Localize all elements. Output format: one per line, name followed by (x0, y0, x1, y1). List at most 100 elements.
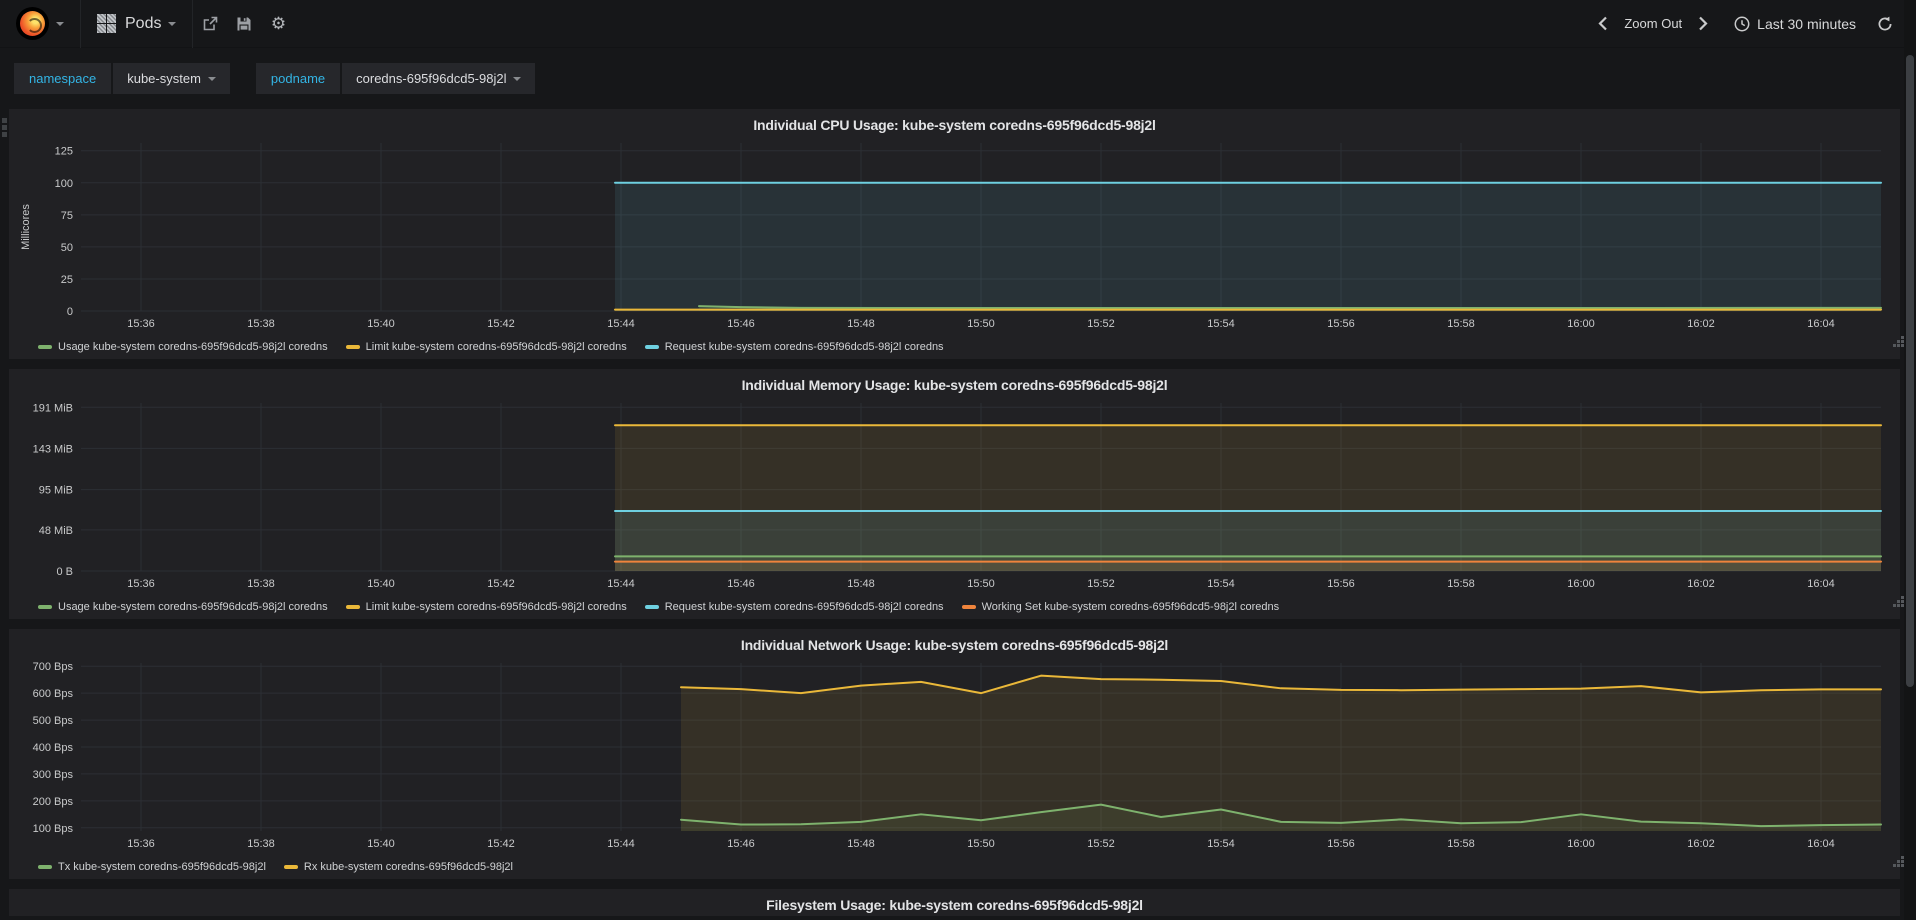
share-icon (203, 16, 218, 31)
variable-namespace-select[interactable]: kube-system (113, 63, 230, 94)
svg-text:15:56: 15:56 (1327, 838, 1355, 850)
scrollbar-thumb[interactable] (1906, 55, 1914, 687)
dashboard-title: Pods (125, 14, 162, 32)
dashboard-grid-icon (97, 14, 116, 33)
scrollbar-track (1904, 0, 1916, 920)
chevron-down-icon (56, 21, 64, 26)
network-legend: Tx kube-system coredns-695f96dcd5-98j2l R… (17, 860, 1892, 878)
legend-swatch-icon (38, 605, 52, 609)
legend-label: Rx kube-system coredns-695f96dcd5-98j2l (303, 861, 513, 873)
svg-text:15:48: 15:48 (847, 838, 875, 850)
chevron-down-icon (207, 76, 216, 81)
save-button[interactable] (227, 0, 261, 48)
legend-label: Tx kube-system coredns-695f96dcd5-98j2l (58, 861, 266, 873)
cpu-legend: Usage kube-system coredns-695f96dcd5-98j… (17, 340, 1892, 358)
refresh-button[interactable] (1872, 0, 1898, 48)
variable-podname: podname coredns-695f96dcd5-98j2l (255, 63, 536, 94)
share-button[interactable] (193, 0, 227, 48)
svg-text:15:46: 15:46 (727, 318, 755, 330)
svg-text:15:52: 15:52 (1087, 318, 1115, 330)
legend-label: Request kube-system coredns-695f96dcd5-9… (664, 601, 944, 613)
svg-text:15:38: 15:38 (247, 578, 275, 590)
svg-text:15:42: 15:42 (487, 838, 515, 850)
svg-text:15:38: 15:38 (247, 838, 275, 850)
svg-text:15:44: 15:44 (607, 838, 635, 850)
svg-text:15:50: 15:50 (967, 578, 995, 590)
svg-text:15:42: 15:42 (487, 578, 515, 590)
legend-item[interactable]: Usage kube-system coredns-695f96dcd5-98j… (38, 341, 328, 353)
legend-swatch-icon (961, 605, 976, 609)
chevron-down-icon (168, 21, 177, 26)
template-variables-row: namespace kube-system podname coredns-69… (0, 48, 1916, 109)
svg-text:15:42: 15:42 (487, 318, 515, 330)
panel-resize-handle[interactable] (1893, 864, 1896, 867)
svg-text:15:54: 15:54 (1207, 318, 1235, 330)
variable-value: coredns-695f96dcd5-98j2l (356, 71, 507, 86)
variable-podname-select[interactable]: coredns-695f96dcd5-98j2l (342, 63, 536, 94)
svg-text:16:04: 16:04 (1807, 578, 1835, 590)
panel-resize-handle[interactable] (1893, 344, 1896, 347)
svg-text:100: 100 (55, 178, 73, 190)
svg-text:100 Bps: 100 Bps (33, 823, 74, 835)
grafana-logo-icon (16, 7, 49, 40)
svg-text:143 MiB: 143 MiB (33, 443, 73, 455)
svg-text:15:40: 15:40 (367, 838, 395, 850)
svg-text:400 Bps: 400 Bps (33, 742, 74, 754)
svg-text:95 MiB: 95 MiB (39, 485, 73, 497)
time-shift-forward-button[interactable] (1692, 12, 1714, 35)
panel-cpu: Individual CPU Usage: kube-system coredn… (9, 109, 1900, 359)
settings-button[interactable]: ⚙ (261, 0, 295, 48)
dashboard-picker[interactable]: Pods (81, 0, 194, 48)
svg-text:15:36: 15:36 (127, 838, 155, 850)
legend-swatch-icon (644, 605, 659, 609)
svg-text:0: 0 (67, 306, 73, 318)
legend-swatch-icon (345, 345, 360, 349)
panel-title[interactable]: Individual Memory Usage: kube-system cor… (17, 372, 1892, 395)
navbar: Pods ⚙ Zoom Out Last 30 minutes (0, 0, 1916, 48)
legend-swatch-icon (38, 345, 52, 349)
panel-title[interactable]: Filesystem Usage: kube-system coredns-69… (17, 892, 1892, 915)
svg-text:15:50: 15:50 (967, 838, 995, 850)
time-controls: Zoom Out Last 30 minutes (1592, 0, 1898, 48)
panel-memory: Individual Memory Usage: kube-system cor… (9, 369, 1900, 619)
legend-item[interactable]: Limit kube-system coredns-695f96dcd5-98j… (345, 341, 627, 353)
panel-title[interactable]: Individual CPU Usage: kube-system coredn… (17, 112, 1892, 135)
legend-label: Request kube-system coredns-695f96dcd5-9… (664, 341, 944, 353)
time-shift-back-button[interactable] (1592, 12, 1614, 35)
memory-usage-chart[interactable]: 0 B 48 MiB 95 MiB 143 MiB 191 MiB 15:36 15:38 1… (17, 395, 1895, 595)
svg-text:Millicores: Millicores (20, 204, 32, 250)
svg-text:200 Bps: 200 Bps (33, 796, 74, 808)
legend-item[interactable]: Request kube-system coredns-695f96dcd5-9… (644, 341, 944, 353)
svg-text:15:52: 15:52 (1087, 578, 1115, 590)
clock-icon (1734, 16, 1750, 31)
legend-item[interactable]: Working Set kube-system coredns-695f96dc… (961, 601, 1279, 613)
legend-item[interactable]: Request kube-system coredns-695f96dcd5-9… (644, 601, 944, 613)
variable-label: podname (255, 63, 341, 94)
svg-text:15:58: 15:58 (1447, 838, 1475, 850)
row-drag-handle[interactable] (2, 118, 7, 123)
grafana-menu[interactable] (0, 0, 81, 48)
svg-text:16:00: 16:00 (1567, 318, 1595, 330)
svg-text:16:04: 16:04 (1807, 318, 1835, 330)
svg-text:15:40: 15:40 (367, 318, 395, 330)
legend-item[interactable]: Limit kube-system coredns-695f96dcd5-98j… (345, 601, 627, 613)
legend-item[interactable]: Tx kube-system coredns-695f96dcd5-98j2l (38, 861, 266, 873)
panel-title[interactable]: Individual Network Usage: kube-system co… (17, 632, 1892, 655)
svg-text:75: 75 (61, 210, 73, 222)
time-range-label: Last 30 minutes (1757, 15, 1856, 32)
legend-label: Usage kube-system coredns-695f96dcd5-98j… (58, 601, 328, 613)
cpu-usage-chart[interactable]: 0 25 50 75 100 125 15:36 15:38 15:40 15:42 15:44 15… (17, 135, 1895, 335)
zoom-out-button[interactable]: Zoom Out (1618, 16, 1688, 31)
legend-item[interactable]: Rx kube-system coredns-695f96dcd5-98j2l (283, 861, 513, 873)
network-usage-chart[interactable]: 100 Bps 200 Bps 300 Bps 400 Bps 500 Bps 600 B… (17, 655, 1895, 855)
panel-resize-handle[interactable] (1893, 604, 1896, 607)
svg-text:15:40: 15:40 (367, 578, 395, 590)
svg-text:15:58: 15:58 (1447, 578, 1475, 590)
legend-item[interactable]: Usage kube-system coredns-695f96dcd5-98j… (38, 601, 328, 613)
time-range-picker[interactable]: Last 30 minutes (1718, 16, 1868, 32)
svg-text:15:52: 15:52 (1087, 838, 1115, 850)
legend-swatch-icon (38, 865, 52, 869)
legend-label: Limit kube-system coredns-695f96dcd5-98j… (365, 341, 627, 353)
gear-icon: ⚙ (270, 14, 287, 33)
svg-text:25: 25 (61, 274, 73, 286)
